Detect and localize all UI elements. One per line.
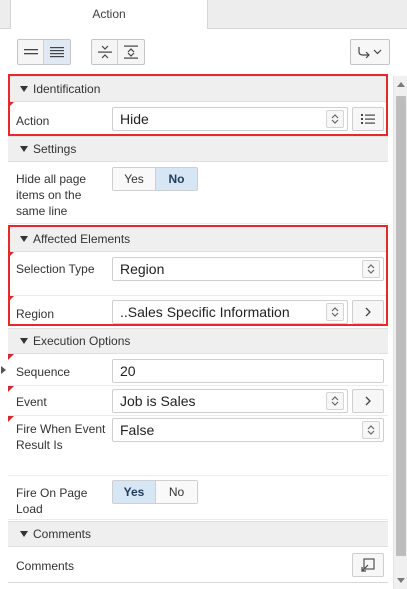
property-row-fire-when: Fire When Event Result Is False xyxy=(8,416,388,476)
region-goto-button[interactable] xyxy=(352,300,384,324)
expand-groups-button[interactable] xyxy=(118,40,144,64)
property-row-selection-type: Selection Type Region xyxy=(8,252,388,296)
collapse-all-icon xyxy=(23,49,38,55)
required-marker-icon xyxy=(8,102,14,108)
scrollbar-thumb[interactable] xyxy=(396,96,406,556)
group-label-identification: Identification xyxy=(33,82,101,96)
group-label-settings: Settings xyxy=(33,142,77,156)
group-header-affected-elements[interactable]: Affected Elements xyxy=(8,226,388,252)
view-mode-button-group xyxy=(17,39,71,65)
collapse-groups-button[interactable] xyxy=(92,40,118,64)
vertical-scrollbar[interactable] xyxy=(393,76,407,589)
collapse-all-button[interactable] xyxy=(18,40,44,64)
property-label-event: Event xyxy=(16,395,47,409)
fire-when-value: False xyxy=(120,422,155,438)
group-header-comments[interactable]: Comments xyxy=(8,521,388,547)
required-marker-icon xyxy=(8,296,14,302)
action-select[interactable]: Hide xyxy=(112,107,348,131)
hide-all-toggle[interactable]: Yes No xyxy=(112,167,198,191)
select-arrows-icon xyxy=(362,421,380,439)
go-to-group-icon xyxy=(358,47,382,59)
hide-all-no[interactable]: No xyxy=(155,168,197,190)
hide-all-yes[interactable]: Yes xyxy=(113,168,155,190)
property-label-hide-all: Hide all page items on the same line xyxy=(16,172,87,218)
property-row-fire-on-load: Fire On Page Load Yes No xyxy=(8,476,388,520)
property-label-fire-when: Fire When Event Result Is xyxy=(16,422,106,452)
property-label-sequence: Sequence xyxy=(16,365,71,379)
select-arrows-icon xyxy=(326,110,344,128)
list-icon xyxy=(361,114,375,124)
tab-strip: Action xyxy=(0,0,407,30)
go-to-group-button[interactable] xyxy=(350,39,390,65)
show-common-icon xyxy=(50,47,64,58)
comments-textarea-top[interactable] xyxy=(8,582,388,589)
selection-type-value: Region xyxy=(120,261,165,277)
property-row-sequence: Sequence 20 xyxy=(8,354,388,386)
fire-on-load-no[interactable]: No xyxy=(155,481,197,503)
event-select[interactable]: Job is Sales xyxy=(112,389,348,413)
tab-action[interactable]: Action xyxy=(10,0,208,30)
group-label-execution-options: Execution Options xyxy=(33,334,131,348)
show-common-button[interactable] xyxy=(44,40,70,64)
required-marker-icon xyxy=(8,252,14,258)
event-goto-button[interactable] xyxy=(352,389,384,413)
property-row-event: Event Job is Sales xyxy=(8,386,388,416)
property-label-region: Region xyxy=(16,307,55,321)
region-value: ..Sales Specific Information xyxy=(120,304,290,320)
required-marker-icon xyxy=(8,386,14,392)
region-select[interactable]: ..Sales Specific Information xyxy=(112,300,348,324)
select-arrows-icon xyxy=(362,260,380,278)
property-row-action: Action Hide xyxy=(8,102,388,136)
open-dialog-icon xyxy=(361,558,375,572)
property-row-region: Region ..Sales Specific Information xyxy=(8,296,388,326)
event-value: Job is Sales xyxy=(120,393,196,409)
property-editor-toolbar xyxy=(0,29,393,76)
group-toggle-button-group xyxy=(91,39,145,65)
sequence-input[interactable]: 20 xyxy=(112,359,384,383)
action-select-value: Hide xyxy=(120,111,149,127)
property-label-comments: Comments xyxy=(16,559,75,573)
triangle-down-icon xyxy=(20,236,28,242)
triangle-down-icon xyxy=(20,338,28,344)
scroll-up-icon[interactable] xyxy=(397,82,405,87)
fire-when-select[interactable]: False xyxy=(112,418,384,442)
group-label-comments: Comments xyxy=(33,527,92,541)
required-marker-icon xyxy=(8,354,14,360)
group-header-identification[interactable]: Identification xyxy=(8,76,388,102)
required-marker-icon xyxy=(8,416,14,422)
chevron-right-icon xyxy=(365,307,371,317)
property-label-action: Action xyxy=(16,114,50,128)
group-header-settings[interactable]: Settings xyxy=(8,136,388,162)
select-arrows-icon xyxy=(326,303,344,321)
collapse-panel-arrow-icon[interactable] xyxy=(1,366,6,374)
group-header-execution-options[interactable]: Execution Options xyxy=(8,328,388,354)
property-label-fire-on-load: Fire On Page Load xyxy=(16,486,88,516)
group-label-affected-elements: Affected Elements xyxy=(33,232,131,246)
fire-on-load-yes[interactable]: Yes xyxy=(113,481,155,503)
select-arrows-icon xyxy=(326,392,344,410)
property-row-comments: Comments xyxy=(8,547,388,589)
left-edge-gutter xyxy=(0,76,8,589)
property-label-selection-type: Selection Type xyxy=(16,262,95,276)
triangle-down-icon xyxy=(20,146,28,152)
fire-on-load-toggle[interactable]: Yes No xyxy=(112,480,198,504)
triangle-down-icon xyxy=(20,86,28,92)
scroll-down-icon[interactable] xyxy=(397,578,405,583)
selection-type-select[interactable]: Region xyxy=(112,257,384,281)
action-list-button[interactable] xyxy=(352,107,384,131)
property-row-hide-all: Hide all page items on the same line Yes… xyxy=(8,162,388,224)
chevron-right-icon xyxy=(365,396,371,406)
triangle-down-icon xyxy=(20,531,28,537)
collapse-groups-icon xyxy=(97,45,112,59)
comments-open-editor-button[interactable] xyxy=(352,553,384,577)
expand-groups-icon xyxy=(124,45,138,59)
